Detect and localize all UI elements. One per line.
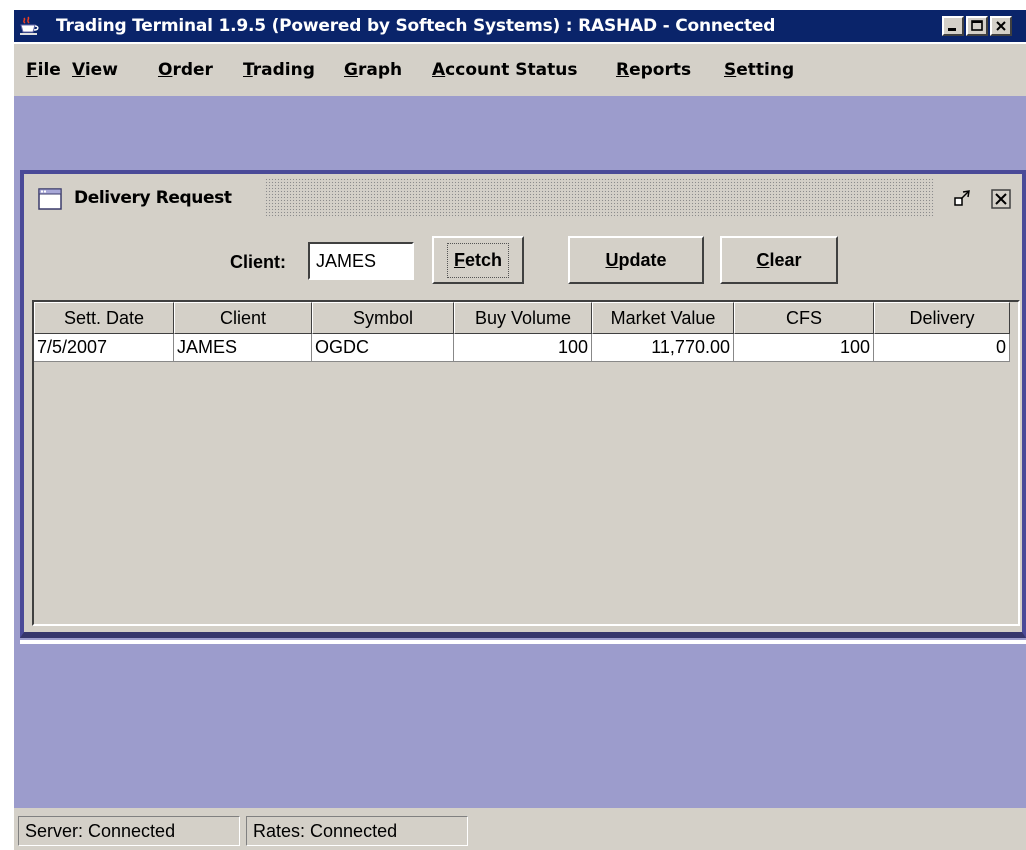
cell-buy-volume[interactable]: 100 xyxy=(454,334,592,362)
cell-cfs[interactable]: 100 xyxy=(734,334,874,362)
delivery-request-titlebar[interactable]: Delivery Request xyxy=(28,178,1018,218)
menu-file-mnemonic: F xyxy=(26,60,38,80)
menu-account-status[interactable]: Account Status xyxy=(432,60,577,80)
update-button[interactable]: Update xyxy=(568,236,704,284)
menu-order[interactable]: Order xyxy=(158,60,213,80)
app-titlebar: Trading Terminal 1.9.5 (Powered by Softe… xyxy=(14,10,1026,42)
col-buy-volume[interactable]: Buy Volume xyxy=(454,302,592,334)
menu-label-rest: eports xyxy=(629,60,692,80)
menu-reports[interactable]: Reports xyxy=(616,60,691,80)
clear-mnemonic: C xyxy=(756,249,770,270)
menu-label-rest: rading xyxy=(252,60,315,80)
menu-mnemonic: R xyxy=(616,60,630,80)
menu-label-rest: iew xyxy=(84,60,118,80)
close-button[interactable] xyxy=(990,16,1012,36)
table-row[interactable]: 7/5/2007 JAMES OGDC 100 11,770.00 100 0 xyxy=(34,334,1010,362)
cell-client[interactable]: JAMES xyxy=(174,334,312,362)
cell-sett-date[interactable]: 7/5/2007 xyxy=(34,334,174,362)
fetch-mnemonic: F xyxy=(453,249,465,270)
menu-file[interactable]: File xyxy=(26,60,61,80)
fetch-rest: etch xyxy=(464,249,502,270)
minimize-icon xyxy=(948,28,956,31)
col-sett-date[interactable]: Sett. Date xyxy=(34,302,174,334)
window-shadow-line xyxy=(20,640,1026,644)
app-title: Trading Terminal 1.9.5 (Powered by Softe… xyxy=(56,16,776,36)
col-cfs[interactable]: CFS xyxy=(734,302,874,334)
update-mnemonic: U xyxy=(605,249,619,270)
server-status: Server: Connected xyxy=(18,816,240,846)
col-client[interactable]: Client xyxy=(174,302,312,334)
menu-mnemonic: S xyxy=(724,60,737,80)
dialog-title: Delivery Request xyxy=(74,188,232,208)
cell-delivery[interactable]: 0 xyxy=(874,334,1010,362)
menu-mnemonic: A xyxy=(432,60,446,80)
col-symbol[interactable]: Symbol xyxy=(312,302,454,334)
menu-mnemonic: V xyxy=(72,60,85,80)
menu-label-rest: raph xyxy=(357,60,403,80)
cell-market-value[interactable]: 11,770.00 xyxy=(592,334,734,362)
restore-icon[interactable] xyxy=(952,188,974,210)
close-icon xyxy=(996,21,1006,31)
client-input[interactable] xyxy=(308,242,414,280)
fetch-button-label: Fetch xyxy=(446,242,510,278)
minimize-button[interactable] xyxy=(942,16,964,36)
menu-file-rest: ile xyxy=(37,60,61,80)
menu-mnemonic: G xyxy=(344,60,358,80)
menu-trading[interactable]: Trading xyxy=(243,60,315,80)
maximize-icon xyxy=(971,20,983,31)
clear-button[interactable]: Clear xyxy=(720,236,838,284)
menu-setting[interactable]: Setting xyxy=(724,60,794,80)
fetch-button[interactable]: Fetch xyxy=(432,236,524,284)
menu-label-rest: rder xyxy=(172,60,213,80)
close-icon[interactable] xyxy=(990,188,1012,210)
maximize-button[interactable] xyxy=(966,16,988,36)
table-body: 7/5/2007 JAMES OGDC 100 11,770.00 100 0 xyxy=(34,334,1010,362)
clear-rest: lear xyxy=(769,249,802,270)
status-bar: Server: Connected Rates: Connected xyxy=(14,808,1026,850)
java-cup-icon[interactable] xyxy=(18,16,40,36)
col-delivery[interactable]: Delivery xyxy=(874,302,1010,334)
menu-label-rest: ccount Status xyxy=(445,60,578,80)
col-market-value[interactable]: Market Value xyxy=(592,302,734,334)
update-button-label: Update xyxy=(605,250,666,271)
clear-button-label: Clear xyxy=(756,250,801,271)
frame-icon xyxy=(38,188,62,210)
menu-bar: File View Order Trading Graph Account St… xyxy=(14,44,1026,96)
menu-mnemonic: O xyxy=(158,60,173,80)
table-header: Sett. Date Client Symbol Buy Volume Mark… xyxy=(34,302,1010,334)
menu-label-rest: etting xyxy=(736,60,795,80)
rates-status: Rates: Connected xyxy=(246,816,468,846)
menu-view[interactable]: View xyxy=(72,60,118,80)
delivery-table: Sett. Date Client Symbol Buy Volume Mark… xyxy=(32,300,1020,626)
delivery-request-window: Delivery Request Client: Fetch Update Cl… xyxy=(20,170,1026,638)
menu-graph[interactable]: Graph xyxy=(344,60,402,80)
update-rest: pdate xyxy=(618,249,667,270)
cell-symbol[interactable]: OGDC xyxy=(312,334,454,362)
client-label: Client: xyxy=(230,252,286,272)
menu-mnemonic: T xyxy=(243,60,253,80)
